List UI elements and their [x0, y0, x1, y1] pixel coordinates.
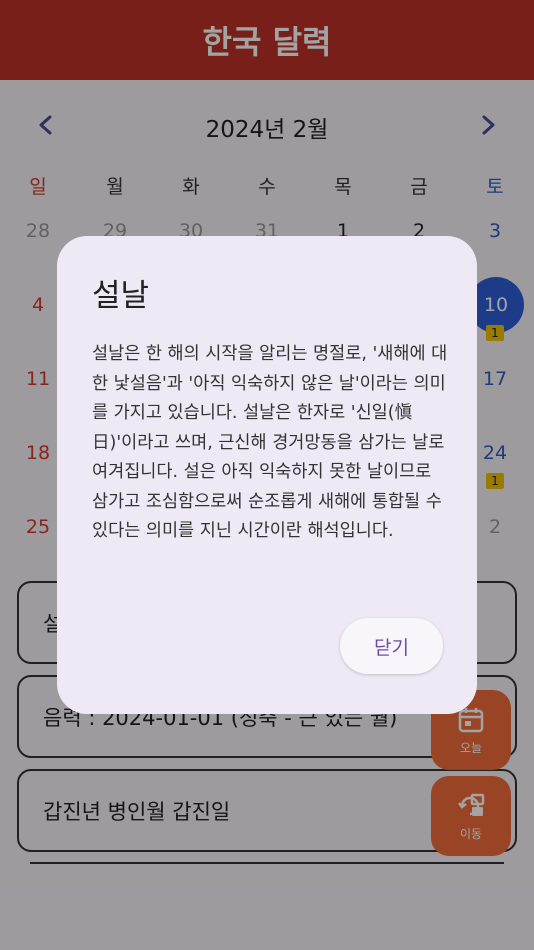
holiday-dialog: 설날 설날은 한 해의 시작을 알리는 명절로, '새해에 대한 낯설음'과 '… [57, 236, 477, 714]
dialog-body: 설날은 한 해의 시작을 알리는 명절로, '새해에 대한 낯설음'과 '아직 … [92, 344, 448, 541]
dialog-title: 설날 [92, 278, 150, 314]
close-button[interactable]: 닫기 [340, 618, 443, 674]
